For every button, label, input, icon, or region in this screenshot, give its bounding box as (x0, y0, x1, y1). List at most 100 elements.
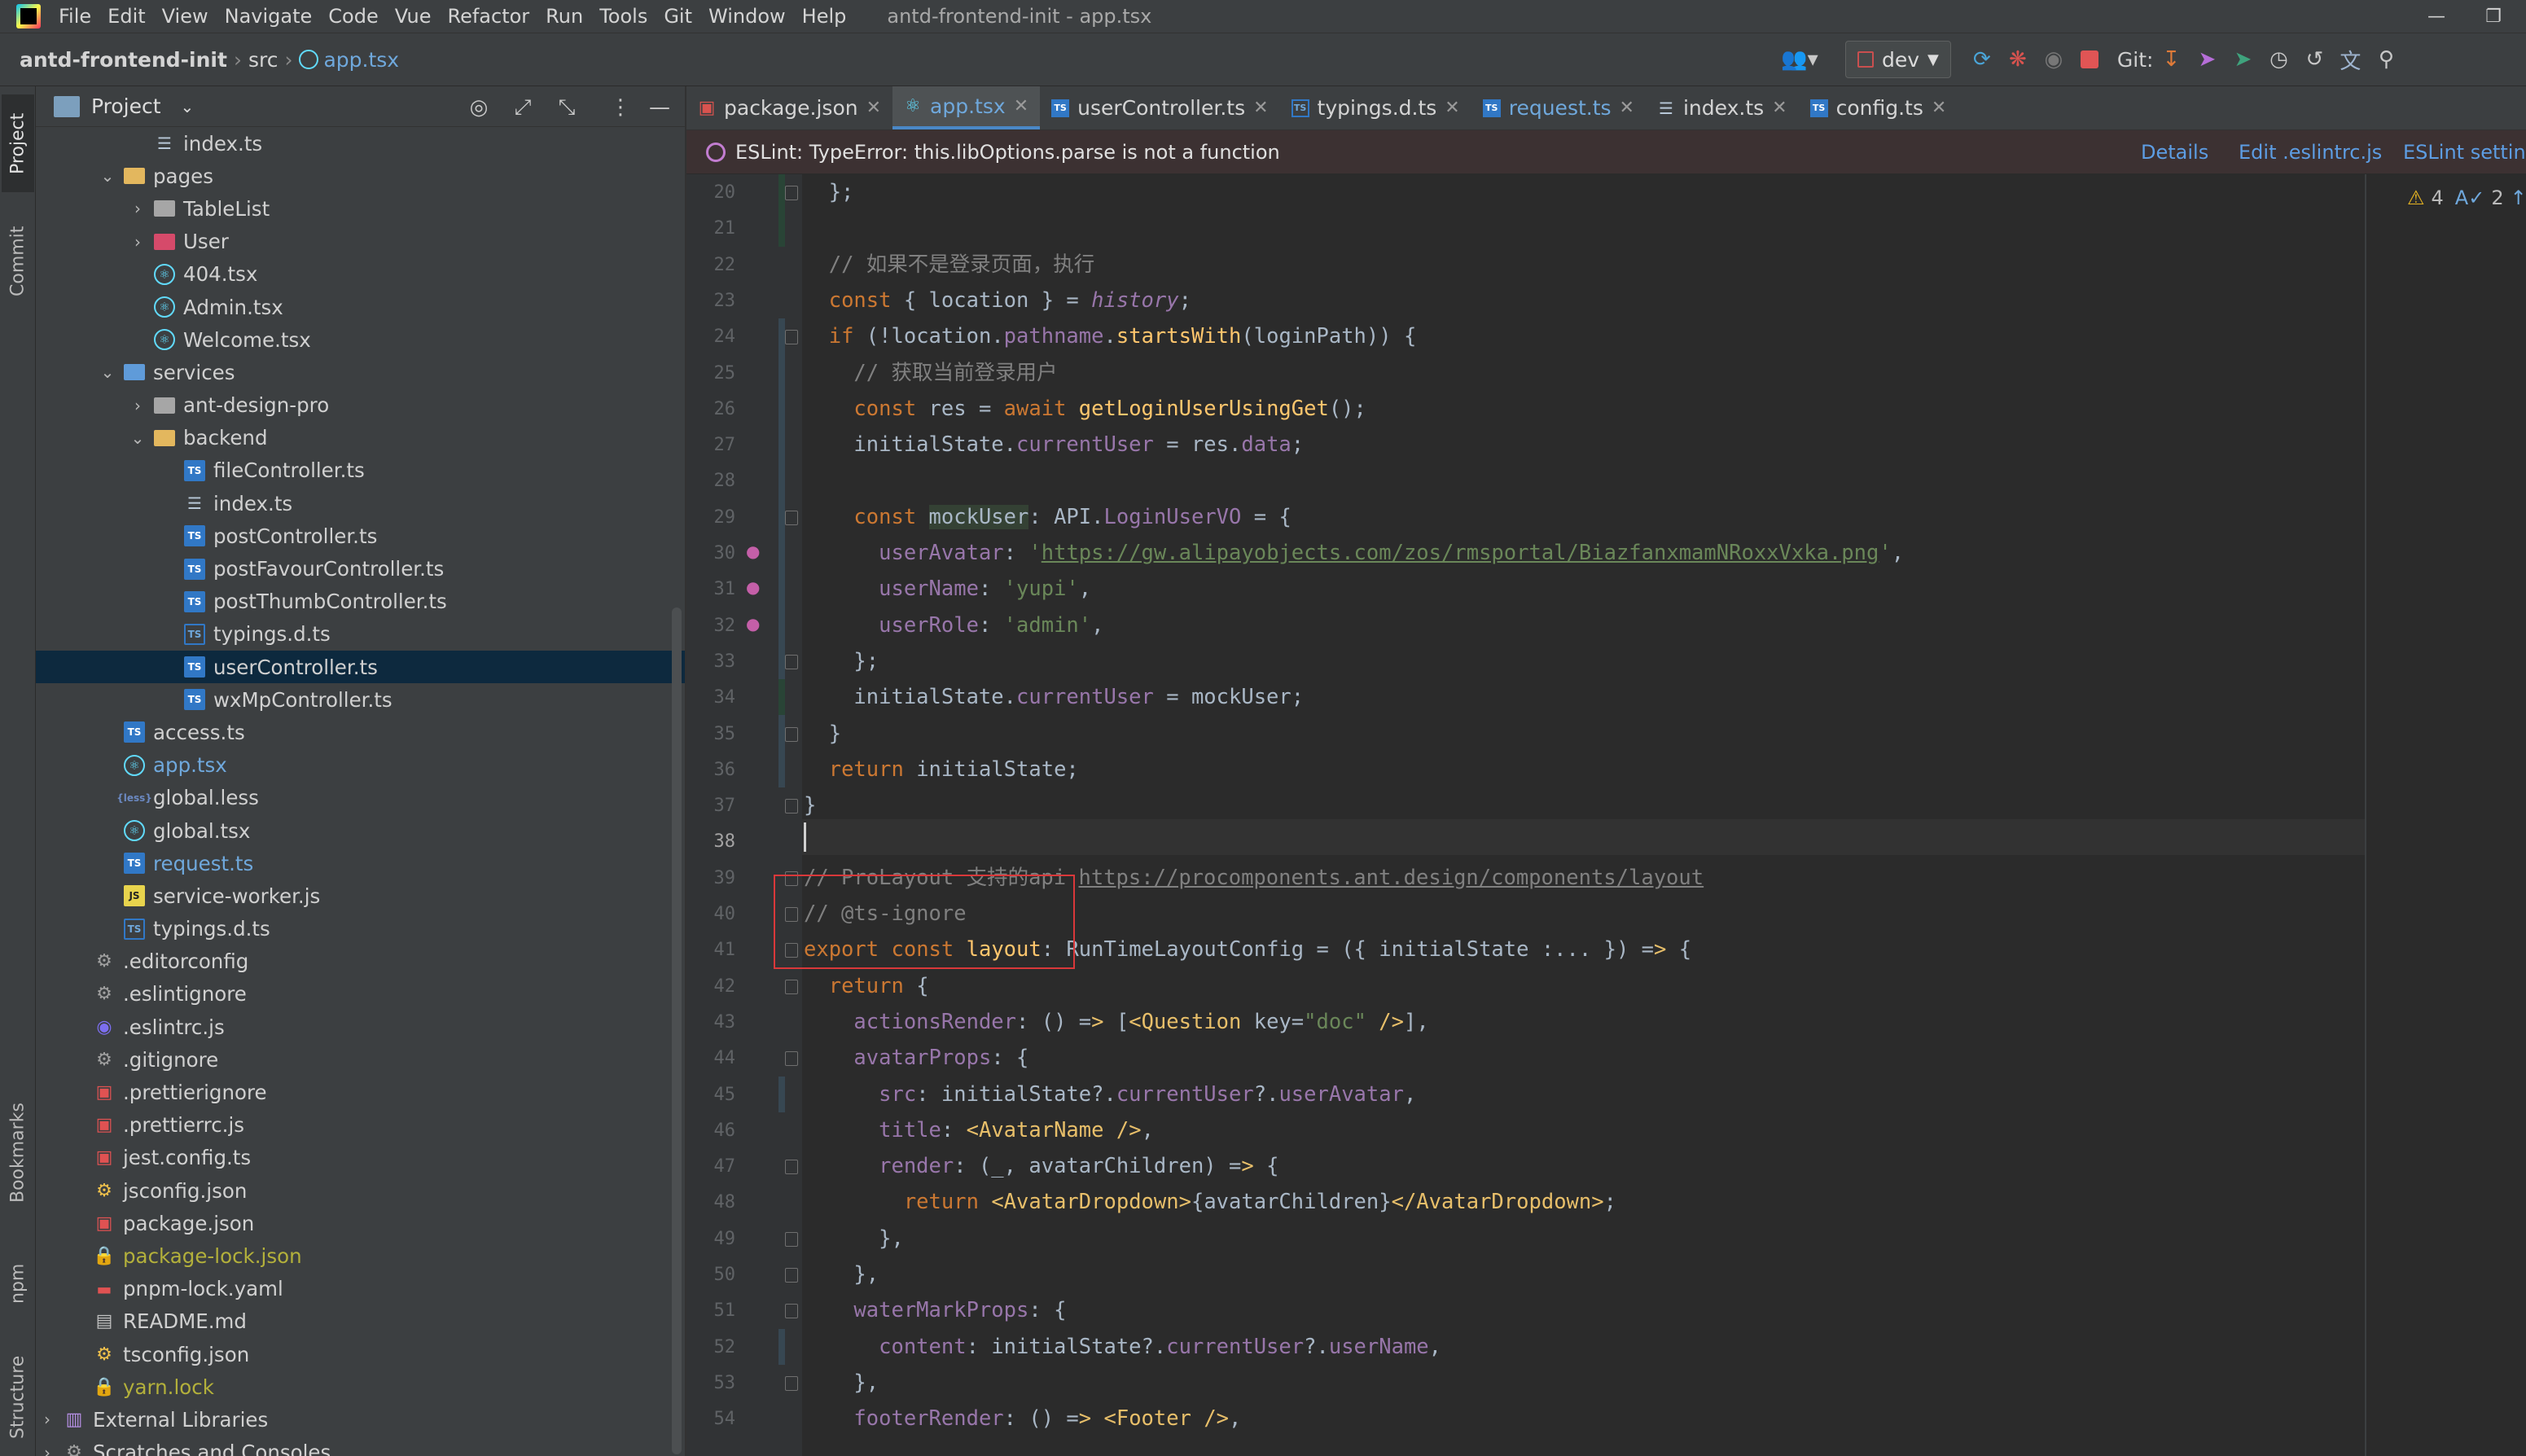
fold-marker-icon[interactable] (785, 1051, 798, 1067)
tree-item[interactable]: ☰ index.ts (36, 127, 685, 160)
tab-app-tsx[interactable]: ⚛ app.tsx ✕ (892, 86, 1041, 129)
chevron-down-icon[interactable]: ⌄ (99, 362, 116, 382)
line-number[interactable]: 38 (686, 831, 736, 852)
tree-item[interactable]: ☰ index.ts (36, 487, 685, 520)
minimize-icon[interactable]: — (2412, 0, 2461, 33)
line-number[interactable]: 48 (686, 1192, 736, 1213)
line-number[interactable]: 33 (686, 651, 736, 672)
tab-package-json[interactable]: ▣ package.json ✕ (686, 86, 892, 129)
vcs-change-marker[interactable] (778, 210, 785, 247)
tree-item[interactable]: ⚛ global.tsx (36, 814, 685, 847)
tree-item[interactable]: ⚙ tsconfig.json (36, 1338, 685, 1370)
menu-file[interactable]: File (50, 5, 99, 28)
menu-window[interactable]: Window (700, 5, 794, 28)
tab-request-ts[interactable]: TS request.ts ✕ (1471, 86, 1646, 129)
close-tab-icon[interactable]: ✕ (1932, 98, 1946, 118)
fold-marker-icon[interactable] (785, 726, 798, 742)
line-number[interactable]: 26 (686, 399, 736, 419)
menu-git[interactable]: Git (656, 5, 700, 28)
collapse-all-icon[interactable]: ⤡ (554, 94, 580, 121)
line-number[interactable]: 41 (686, 940, 736, 960)
menu-vue[interactable]: Vue (387, 5, 440, 28)
tree-item[interactable]: ⚛ 404.tsx (36, 258, 685, 291)
fold-marker-icon[interactable] (785, 186, 798, 200)
tree-item[interactable]: › TableList (36, 192, 685, 225)
tree-item[interactable]: ▬ pnpm-lock.yaml (36, 1273, 685, 1305)
chevron-right-icon[interactable]: › (39, 1443, 55, 1456)
restore-icon[interactable]: ❐ (2469, 0, 2518, 33)
close-tab-icon[interactable]: ✕ (1772, 98, 1787, 118)
line-number[interactable]: 27 (686, 435, 736, 455)
tree-item[interactable]: ⚙ jsconfig.json (36, 1174, 685, 1207)
more-options-icon[interactable]: ⋮ (607, 94, 634, 121)
chevron-right-icon[interactable]: › (129, 232, 146, 252)
line-number[interactable]: 30 (686, 543, 736, 564)
menu-tools[interactable]: Tools (591, 5, 656, 28)
tree-item[interactable]: ⚙ .eslintignore (36, 978, 685, 1011)
line-number[interactable]: 28 (686, 471, 736, 491)
tree-item[interactable]: TS userController.ts (36, 651, 685, 684)
tree-item[interactable]: TS access.ts (36, 716, 685, 748)
stop-icon[interactable] (2072, 42, 2107, 77)
expand-all-icon[interactable]: ⤢ (510, 94, 536, 121)
git-push-icon[interactable]: ➤ (2225, 42, 2261, 77)
menu-refactor[interactable]: Refactor (439, 5, 537, 28)
tree-item[interactable]: ⚛ Welcome.tsx (36, 323, 685, 356)
tab-index-ts[interactable]: ☰ index.ts ✕ (1646, 86, 1799, 129)
line-number[interactable]: 44 (686, 1048, 736, 1068)
fold-marker-icon[interactable] (785, 1231, 798, 1247)
line-number[interactable]: 32 (686, 616, 736, 636)
project-scrollbar[interactable] (672, 607, 682, 1454)
line-number[interactable]: 35 (686, 724, 736, 744)
coverage-icon[interactable]: ◉ (2036, 42, 2072, 77)
fold-marker-icon[interactable] (785, 654, 798, 669)
run-config-selector[interactable]: dev ▼ (1845, 41, 1951, 78)
eslint-settings-link[interactable]: ESLint settings (2403, 141, 2526, 164)
line-number[interactable]: 25 (686, 363, 736, 384)
tree-item[interactable]: 🔒 package-lock.json (36, 1239, 685, 1272)
tree-item[interactable]: TS postThumbController.ts (36, 585, 685, 618)
tab-typings-d-ts[interactable]: TS typings.d.ts ✕ (1280, 86, 1471, 129)
fold-marker-icon[interactable] (785, 1304, 798, 1319)
line-number[interactable]: 40 (686, 904, 736, 924)
stripe-commit[interactable]: Commit (2, 208, 34, 314)
close-tab-icon[interactable]: ✕ (1445, 98, 1459, 118)
tree-item[interactable]: ▣ .prettierrc.js (36, 1109, 685, 1142)
tree-item[interactable]: TS typings.d.ts (36, 618, 685, 651)
menu-run[interactable]: Run (537, 5, 591, 28)
fold-marker-icon[interactable] (785, 979, 798, 994)
tree-item[interactable]: JS service-worker.js (36, 879, 685, 912)
git-update-icon[interactable]: ↧ (2153, 42, 2189, 77)
tree-item[interactable]: 🔒 yarn.lock (36, 1370, 685, 1403)
line-number[interactable]: 50 (686, 1265, 736, 1285)
close-tab-icon[interactable]: ✕ (1014, 96, 1028, 116)
tree-item[interactable]: TS typings.d.ts (36, 913, 685, 945)
line-number[interactable]: 52 (686, 1337, 736, 1357)
breadcrumb-src[interactable]: src (248, 48, 278, 72)
fold-marker-icon[interactable] (785, 330, 798, 345)
line-number[interactable]: 21 (686, 218, 736, 239)
chevron-down-icon[interactable]: ⌄ (129, 428, 146, 448)
tree-item[interactable]: ⚛ app.tsx (36, 749, 685, 782)
fold-marker-icon[interactable] (785, 1268, 798, 1283)
edit-eslintrc-link[interactable]: Edit .eslintrc.js (2239, 141, 2382, 164)
vcs-change-marker[interactable] (778, 1328, 785, 1365)
hide-panel-icon[interactable]: — (647, 94, 673, 121)
locate-file-icon[interactable]: ◎ (466, 94, 492, 121)
vcs-change-marker[interactable] (778, 1076, 785, 1112)
line-number[interactable]: 36 (686, 760, 736, 780)
line-number[interactable]: 22 (686, 255, 736, 275)
line-number[interactable]: 43 (686, 1012, 736, 1033)
stripe-project[interactable]: Project (2, 94, 34, 192)
chevron-right-icon[interactable]: › (129, 199, 146, 218)
git-history-icon[interactable]: ◷ (2261, 42, 2296, 77)
line-number[interactable]: 37 (686, 796, 736, 816)
vcs-change-marker[interactable] (778, 679, 785, 716)
implements-icon[interactable]: ● (746, 577, 760, 597)
debug-icon[interactable]: ❋ (2000, 42, 2036, 77)
tree-item[interactable]: ⌄ services (36, 356, 685, 388)
menu-view[interactable]: View (154, 5, 217, 28)
chevron-down-icon[interactable]: ⌄ (181, 97, 195, 116)
fold-marker-icon[interactable] (785, 510, 798, 525)
inspection-widget[interactable]: ⚠ 4 A✓ 2 ↑ (2407, 184, 2526, 212)
